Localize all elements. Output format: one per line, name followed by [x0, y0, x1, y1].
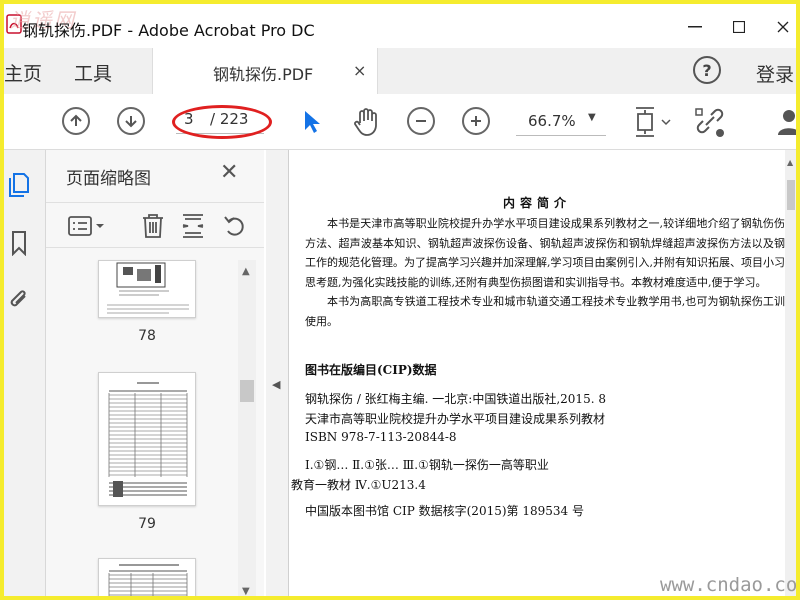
doc-paragraph-2: 本书为高职高专铁道工程技术专业和城市轨道交通工程技术专业教学用书,也可为钢轨探伤…: [305, 295, 785, 328]
cip-line: Ⅰ.①钢… Ⅱ.①张… Ⅲ.①钢轨一探伤一高等职业: [305, 458, 549, 472]
page-thumbnail-80[interactable]: [98, 558, 196, 596]
hand-tool-button[interactable]: [350, 106, 382, 138]
thumbnail-preview: [108, 382, 188, 497]
link-icon: [695, 108, 724, 137]
window-close-button[interactable]: [768, 12, 796, 42]
attachment-icon[interactable]: [8, 286, 30, 312]
thumbnails-panel: 页面缩略图 ✕ 78 79 ▲ ▼: [46, 150, 264, 596]
cip-line: 教育一教材 Ⅳ.①U213.4: [291, 478, 426, 492]
arrow-down-icon: [125, 116, 137, 128]
document-scrollbar[interactable]: ▲: [785, 150, 796, 596]
watermark-url: www.cndao.com: [660, 574, 800, 596]
tab-close-icon[interactable]: ×: [353, 61, 366, 80]
doc-heading: 内容简介: [502, 196, 571, 210]
tab-home[interactable]: 主页: [4, 59, 42, 86]
scroll-up-icon[interactable]: ▲: [242, 266, 250, 277]
tab-bar: 主页 工具 钢轨探伤.PDF × ? 登录: [4, 48, 796, 94]
fit-page-icon: [636, 107, 671, 137]
bookmark-icon[interactable]: [8, 230, 30, 256]
thumbnail-page-number: 78: [138, 328, 156, 344]
zoom-level-dropdown[interactable]: 66.7% ▼: [516, 108, 606, 136]
help-button[interactable]: ?: [693, 56, 721, 84]
scroll-up-icon[interactable]: ▲: [787, 158, 793, 167]
navigation-rail: [4, 150, 46, 596]
plus-icon: [471, 116, 481, 126]
thumbnails-scrollbar[interactable]: ▲ ▼: [238, 260, 256, 596]
panel-toolbar: [46, 202, 264, 248]
cip-line: 中国版本图书馆 CIP 数据核字(2015)第 189534 号: [305, 504, 584, 518]
thumbnail-preview: [108, 564, 188, 596]
document-page: 内容简介 本书是天津市高等职业院校提升办学水平项目建设成果系列教材之一,较详细地…: [289, 150, 785, 596]
maximize-button[interactable]: [724, 12, 754, 42]
app-window: 逍遥网 钢轨探伤.PDF - Adobe Acrobat Pro DC 主页 工…: [0, 0, 800, 600]
login-button[interactable]: 登录: [756, 60, 794, 87]
document-view[interactable]: 内容简介 本书是天津市高等职业院校提升办学水平项目建设成果系列教材之一,较详细地…: [288, 150, 796, 596]
user-share-button[interactable]: [774, 106, 796, 138]
cip-line: ISBN 978-7-113-20844-8: [305, 430, 457, 444]
zoom-in-button[interactable]: [462, 107, 490, 135]
share-link-button[interactable]: [694, 106, 726, 138]
scrollbar-thumb[interactable]: [240, 380, 254, 402]
person-icon: [778, 110, 796, 135]
title-bar: 逍遥网 钢轨探伤.PDF - Adobe Acrobat Pro DC: [4, 4, 796, 48]
trash-icon: [143, 214, 163, 238]
list-menu-icon: [68, 216, 104, 236]
thumbnail-page-number: 79: [138, 516, 156, 532]
minus-icon: [416, 120, 426, 122]
rotate-page-button[interactable]: [220, 211, 250, 241]
page-thumbnails-icon[interactable]: [8, 172, 30, 198]
tab-document[interactable]: 钢轨探伤.PDF ×: [152, 48, 378, 94]
next-page-button[interactable]: [117, 107, 145, 135]
highlight-annotation: [172, 105, 272, 139]
select-tool-button[interactable]: [296, 106, 328, 138]
panel-close-icon[interactable]: ✕: [220, 160, 238, 185]
collapse-arrow-icon: ◀: [272, 378, 281, 391]
page-thumbnail-79[interactable]: [98, 372, 196, 506]
doc-paragraph-1: 本书是天津市高等职业院校提升办学水平项目建设成果系列教材之一,较详细地介绍了钢轨…: [305, 217, 785, 289]
insert-page-button[interactable]: [178, 211, 208, 241]
arrow-up-icon: [70, 114, 82, 126]
page-fit-button[interactable]: [630, 106, 674, 138]
cip-line: 钢轨探伤 / 张红梅主编. 一北京:中国铁道出版社,2015. 8: [305, 392, 606, 406]
delete-page-button[interactable]: [138, 211, 168, 241]
rotate-icon: [224, 216, 244, 236]
zoom-out-button[interactable]: [407, 107, 435, 135]
scroll-down-icon[interactable]: ▼: [242, 586, 250, 596]
minimize-button[interactable]: [680, 12, 710, 42]
toolbar: 3 / 223 66.7% ▼: [4, 94, 796, 150]
page-thumbnail-78[interactable]: [98, 260, 196, 318]
zoom-level-value: 66.7%: [528, 112, 576, 130]
chevron-down-icon: ▼: [588, 112, 596, 123]
window-title: 钢轨探伤.PDF - Adobe Acrobat Pro DC: [22, 21, 315, 40]
cip-line: 天津市高等职业院校提升办学水平项目建设成果系列教材: [305, 412, 606, 426]
options-menu-button[interactable]: [66, 211, 110, 241]
tab-document-label: 钢轨探伤.PDF: [213, 65, 314, 84]
scrollbar-thumb[interactable]: [787, 180, 795, 210]
panel-title: 页面缩略图: [66, 169, 151, 189]
hand-icon: [354, 108, 377, 136]
tab-tools[interactable]: 工具: [74, 59, 112, 86]
cursor-arrow-icon: [305, 111, 320, 133]
thumbnail-preview: [107, 262, 189, 314]
panel-collapse-handle[interactable]: ◀: [266, 150, 288, 596]
insert-page-icon: [182, 214, 204, 238]
previous-page-button[interactable]: [62, 107, 90, 135]
cip-heading: 图书在版编目(CIP)数据: [305, 363, 437, 377]
